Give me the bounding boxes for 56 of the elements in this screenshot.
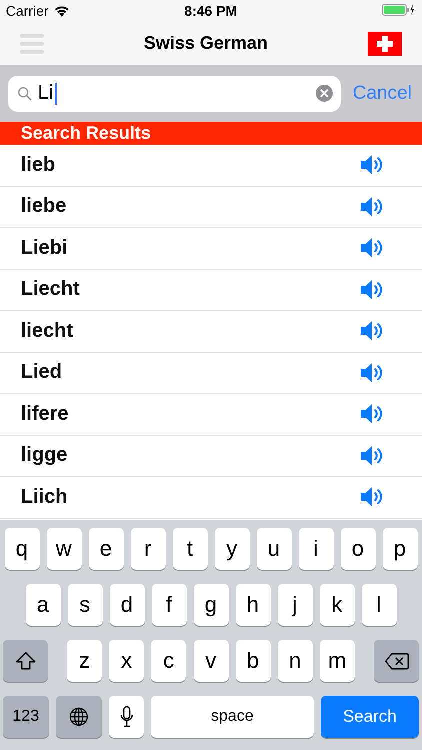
letter-key[interactable]: e [88,528,124,570]
letter-key[interactable]: n [278,640,313,682]
letter-key[interactable]: v [194,640,228,682]
result-word[interactable]: liebe [21,195,67,218]
microphone-icon [120,706,134,728]
result-word[interactable]: ligge [21,444,68,468]
clock-time: 8:46 PM [184,3,238,19]
flag-icon[interactable] [368,32,402,56]
backspace-icon [384,652,408,670]
search-field[interactable]: Li [8,76,341,112]
letter-key[interactable]: k [320,584,354,626]
letter-key[interactable]: x [109,640,144,682]
letter-key[interactable]: h [236,584,270,626]
globe-icon [69,707,89,727]
letter-key[interactable]: j [278,584,312,626]
letter-key[interactable]: b [236,640,271,682]
section-header: Search Results [0,122,422,145]
letter-key[interactable]: q [4,528,40,570]
result-word[interactable]: Liebi [21,236,68,260]
letter-key[interactable]: s [68,584,102,626]
letter-key[interactable]: r [130,528,166,570]
result-word[interactable]: lifere [21,402,69,426]
letter-key[interactable]: i [298,528,334,570]
shift-key[interactable] [3,640,48,682]
clear-icon[interactable] [316,85,333,102]
letter-key[interactable]: d [110,584,144,626]
letter-key[interactable]: m [320,640,355,682]
letter-key[interactable]: w [46,528,82,570]
nav-title: Swiss German [144,33,268,54]
result-word[interactable]: Lied [21,361,62,384]
search-icon [18,86,32,100]
letter-key[interactable]: f [152,584,186,626]
letter-key[interactable]: p [382,528,418,570]
result-word[interactable]: Liecht [21,278,80,302]
carrier-name: Carrier [6,3,49,19]
letter-key[interactable]: y [214,528,250,570]
letter-key[interactable]: u [256,528,292,570]
result-word[interactable]: Liich [21,486,68,509]
letter-key[interactable]: g [194,584,228,626]
numbers-key[interactable]: 123 [3,696,49,738]
letter-key[interactable]: c [151,640,186,682]
letter-key[interactable]: z [67,640,102,682]
battery-icon [382,4,416,16]
wifi-icon [54,5,70,17]
shift-arrow-icon [16,652,36,670]
letter-key[interactable]: a [26,584,60,626]
dictation-key[interactable] [109,696,144,738]
letter-key[interactable]: t [172,528,208,570]
space-bar[interactable]: space [151,696,314,738]
search-key[interactable]: Search [321,696,419,738]
result-word[interactable]: lieb [21,154,56,177]
letter-key[interactable]: l [362,584,396,626]
letter-key[interactable]: o [340,528,376,570]
result-word[interactable]: liecht [21,320,74,343]
delete-key[interactable] [374,640,419,682]
globe-key[interactable] [56,696,102,738]
